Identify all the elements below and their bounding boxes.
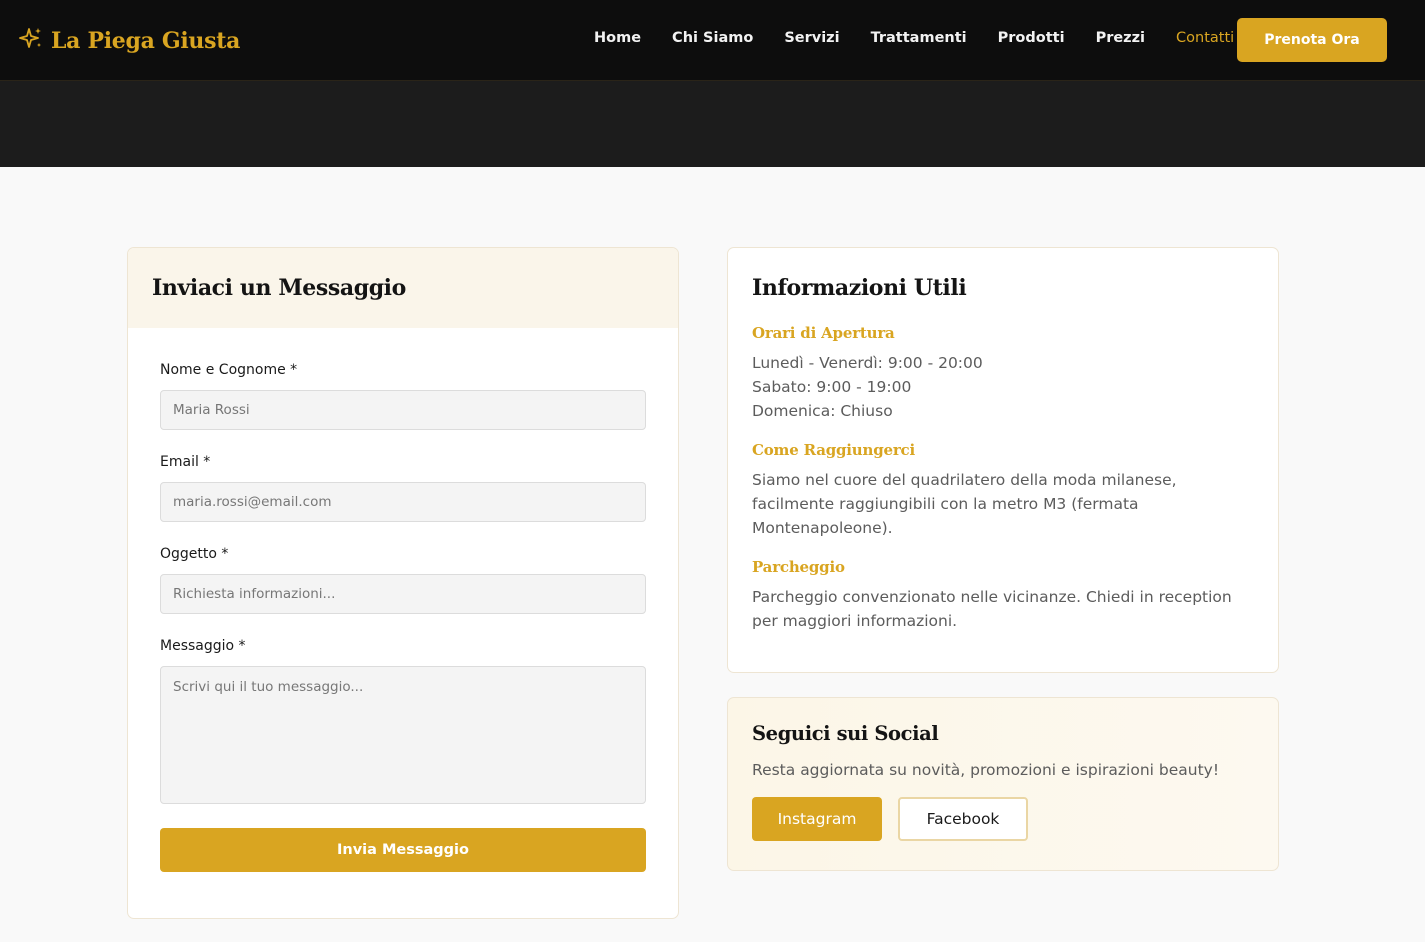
nav-item-prezzi[interactable]: Prezzi xyxy=(1096,30,1145,46)
parking-section: Parcheggio Parcheggio convenzionato nell… xyxy=(752,558,1254,633)
nav-item-chi-siamo[interactable]: Chi Siamo xyxy=(672,30,753,46)
contact-form-title: Inviaci un Messaggio xyxy=(152,275,406,301)
email-input[interactable] xyxy=(160,482,646,522)
brand-name: La Piega Giusta xyxy=(51,28,241,54)
contact-form-card: Inviaci un Messaggio Nome e Cognome * Em… xyxy=(127,247,679,919)
directions-title: Come Raggiungerci xyxy=(752,441,915,459)
opening-hours-line: Lunedì - Venerdì: 9:00 - 20:00 xyxy=(752,354,983,372)
send-message-button[interactable]: Invia Messaggio xyxy=(160,828,646,872)
email-label: Email * xyxy=(160,454,211,470)
opening-hours-section: Orari di Apertura Lunedì - Venerdì: 9:00… xyxy=(752,324,1254,423)
contact-form-header: Inviaci un Messaggio xyxy=(128,248,678,328)
book-now-button[interactable]: Prenota Ora xyxy=(1237,18,1387,62)
sparkle-icon xyxy=(19,27,43,55)
brand-logo[interactable]: La Piega Giusta xyxy=(19,24,240,58)
email-field-group: Email * xyxy=(160,454,646,522)
nav-item-contatti[interactable]: Contatti xyxy=(1176,30,1234,46)
social-buttons: Instagram Facebook xyxy=(752,797,1254,841)
name-label: Nome e Cognome * xyxy=(160,362,298,378)
main-nav: Home Chi Siamo Servizi Trattamenti Prodo… xyxy=(594,30,1265,46)
useful-info-title: Informazioni Utili xyxy=(752,275,967,301)
opening-hours-title: Orari di Apertura xyxy=(752,324,895,342)
parking-line: per maggiori informazioni. xyxy=(752,612,958,630)
subject-label: Oggetto * xyxy=(160,546,229,562)
useful-info-card: Informazioni Utili Orari di Apertura Lun… xyxy=(727,247,1279,673)
directions-line: Siamo nel cuore del quadrilatero della m… xyxy=(752,471,1177,489)
social-description: Resta aggiornata su novità, promozioni e… xyxy=(752,761,1220,779)
message-field-group: Messaggio * xyxy=(160,638,646,804)
directions-section: Come Raggiungerci Siamo nel cuore del qu… xyxy=(752,441,1254,540)
message-textarea[interactable] xyxy=(160,666,646,804)
subject-field-group: Oggetto * xyxy=(160,546,646,614)
message-label: Messaggio * xyxy=(160,638,246,654)
parking-title: Parcheggio xyxy=(752,558,845,576)
directions-line: facilmente raggiungibili con la metro M3… xyxy=(752,495,1139,513)
facebook-button[interactable]: Facebook xyxy=(898,797,1028,841)
opening-hours-line: Sabato: 9:00 - 19:00 xyxy=(752,378,912,396)
instagram-button[interactable]: Instagram xyxy=(752,797,882,841)
contact-form: Nome e Cognome * Email * Oggetto * Messa… xyxy=(128,328,678,872)
opening-hours-line: Domenica: Chiuso xyxy=(752,402,893,420)
social-card: Seguici sui Social Resta aggiornata su n… xyxy=(727,697,1279,871)
name-field-group: Nome e Cognome * xyxy=(160,362,646,430)
site-header: La Piega Giusta Home Chi Siamo Servizi T… xyxy=(0,0,1425,81)
parking-line: Parcheggio convenzionato nelle vicinanze… xyxy=(752,588,1232,606)
page-hero-banner xyxy=(0,81,1425,167)
nav-item-servizi[interactable]: Servizi xyxy=(784,30,839,46)
nav-item-prodotti[interactable]: Prodotti xyxy=(998,30,1065,46)
nav-item-home[interactable]: Home xyxy=(594,30,641,46)
nav-item-trattamenti[interactable]: Trattamenti xyxy=(871,30,967,46)
subject-input[interactable] xyxy=(160,574,646,614)
name-input[interactable] xyxy=(160,390,646,430)
directions-line: Montenapoleone). xyxy=(752,519,893,537)
social-title: Seguici sui Social xyxy=(752,722,939,745)
